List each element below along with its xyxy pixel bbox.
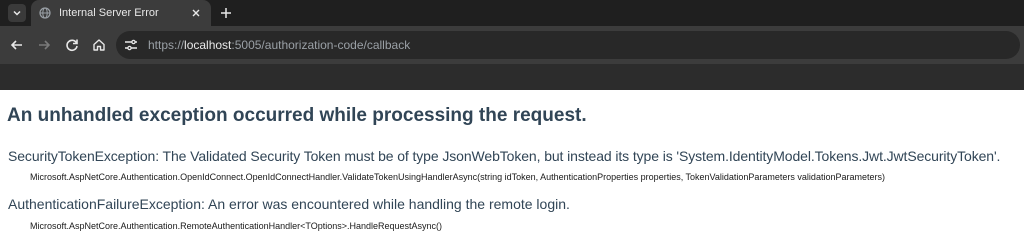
back-button[interactable] (8, 36, 26, 54)
exception-location: Microsoft.AspNetCore.Authentication.Remo… (30, 221, 443, 231)
address-bar[interactable]: https://localhost:5005/authorization-cod… (116, 31, 1020, 59)
home-button[interactable] (90, 36, 108, 54)
url-path: :5005/authorization-code/callback (231, 38, 411, 52)
exception-location: Microsoft.AspNetCore.Authentication.Open… (30, 172, 885, 182)
tab-strip: Internal Server Error (0, 0, 1024, 26)
forward-button[interactable] (35, 36, 53, 54)
tune-icon[interactable] (124, 38, 138, 52)
chevron-down-icon (13, 10, 21, 16)
reload-icon (66, 39, 78, 52)
error-page: An unhandled exception occurred while pr… (0, 90, 1024, 246)
url-host: localhost (184, 38, 232, 52)
tab-title: Internal Server Error (59, 7, 159, 19)
exception-message: SecurityTokenException: The Validated Se… (8, 148, 1001, 164)
new-tab-button[interactable] (218, 5, 234, 21)
page-title: An unhandled exception occurred while pr… (7, 105, 587, 126)
reload-button[interactable] (63, 36, 81, 54)
home-icon (93, 39, 105, 51)
plus-icon (221, 8, 231, 18)
exception-message: AuthenticationFailureException: An error… (8, 196, 570, 212)
toolbar-separator-band (0, 64, 1024, 90)
tab-search-button[interactable] (8, 4, 26, 22)
forward-arrow-icon (39, 40, 51, 50)
back-arrow-icon (10, 40, 22, 50)
active-tab[interactable]: Internal Server Error (31, 0, 211, 26)
globe-icon (39, 7, 51, 19)
close-icon[interactable] (190, 7, 202, 19)
url-scheme: https:// (148, 38, 185, 52)
url-text[interactable]: https://localhost:5005/authorization-cod… (148, 38, 410, 52)
browser-toolbar: https://localhost:5005/authorization-cod… (0, 26, 1024, 64)
